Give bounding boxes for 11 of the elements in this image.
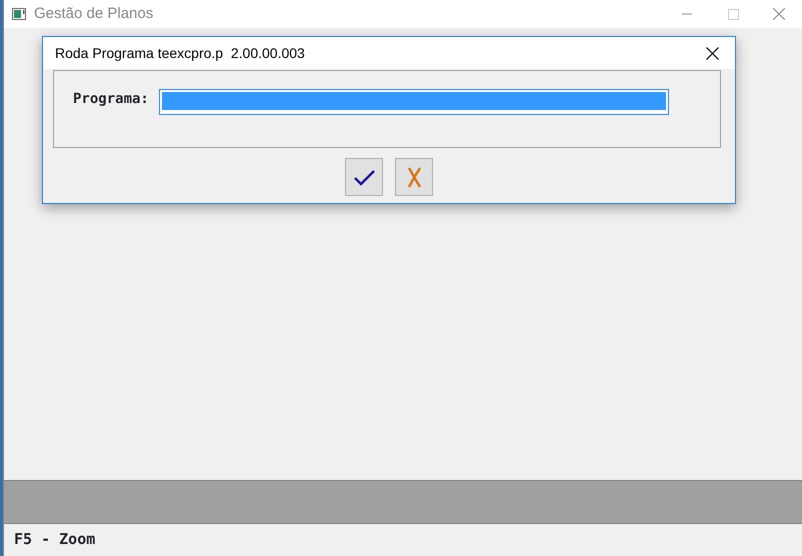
program-field[interactable] [158, 89, 669, 115]
close-icon [773, 8, 785, 20]
maximize-icon [728, 8, 738, 20]
dialog-title: Roda Programa teexcpro.p 2.00.00.003 [55, 44, 305, 63]
close-icon [706, 46, 718, 60]
ok-button[interactable] [345, 158, 383, 196]
status-text: F5 - Zoom [14, 530, 96, 548]
app-icon [12, 8, 26, 20]
window-title: Gestão de Planos [34, 4, 154, 24]
field-label: Programa: [73, 90, 149, 109]
cancel-button[interactable] [395, 158, 433, 196]
